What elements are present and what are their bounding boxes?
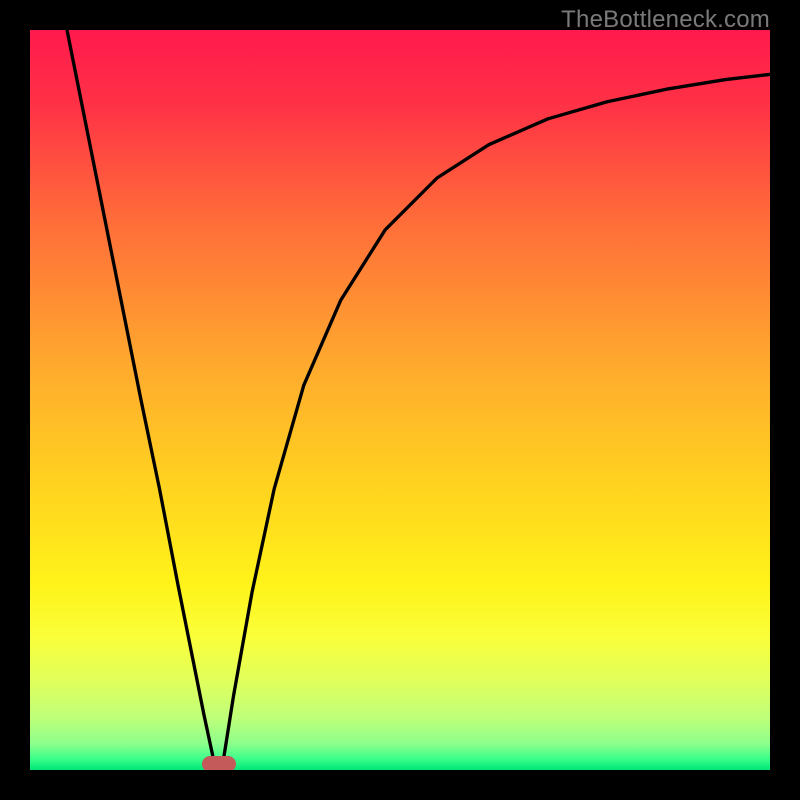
optimal-point-marker [202,756,236,770]
bottleneck-curve [30,30,770,770]
watermark-text: TheBottleneck.com [561,6,770,34]
plot-area [30,30,770,770]
chart-frame: TheBottleneck.com [0,0,800,800]
